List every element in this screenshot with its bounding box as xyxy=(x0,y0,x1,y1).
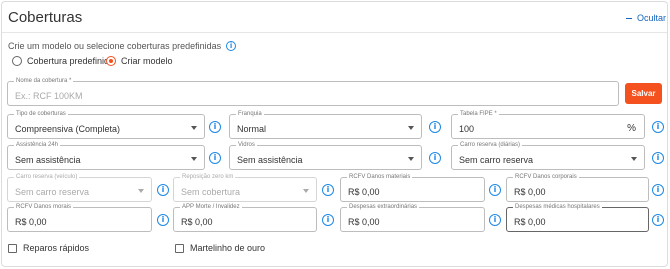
rcfv-material-label: RCFV Danos materiais xyxy=(347,173,413,181)
info-icon[interactable]: i xyxy=(209,152,221,164)
info-icon[interactable]: i xyxy=(157,184,169,196)
coverage-name-label: Nome da cobertura * xyxy=(14,77,74,85)
coverage-type-label: Tipo de coberturas xyxy=(14,110,68,118)
info-icon[interactable]: i xyxy=(322,214,334,226)
fipe-table-value: 100 xyxy=(459,124,475,134)
chevron-down-icon xyxy=(138,189,144,193)
coverage-name-field[interactable]: Nome da cobertura * Ex.: RCF 100KM xyxy=(7,77,619,106)
zero-km-replacement-select: Reposição zero km Sem cobertura xyxy=(173,173,317,202)
chevron-down-icon xyxy=(631,157,637,161)
medical-expenses-value: R$ 0,00 xyxy=(514,217,546,227)
collapse-icon xyxy=(626,17,632,19)
rcfv-bodily-input[interactable]: RCFV Danos corporais R$ 0,00 xyxy=(506,173,649,202)
info-icon[interactable]: i xyxy=(429,152,441,164)
divider xyxy=(2,32,667,33)
rcfv-bodily-label: RCFV Danos corporais xyxy=(513,173,579,181)
info-icon[interactable]: i xyxy=(652,121,664,133)
coverage-name-placeholder: Ex.: RCF 100KM xyxy=(15,91,83,101)
rental-car-vehicle-value: Sem carro reserva xyxy=(15,187,90,197)
glass-label: Vidros xyxy=(236,141,257,149)
rcfv-material-input[interactable]: RCFV Danos materiais R$ 0,00 xyxy=(340,173,485,202)
hide-label: Ocultar xyxy=(637,13,667,23)
zero-km-replacement-label: Reposição zero km xyxy=(180,173,236,181)
rcfv-moral-input[interactable]: RCFV Danos morais R$ 0,00 xyxy=(7,203,152,232)
rcfv-material-value: R$ 0,00 xyxy=(348,187,380,197)
radio-create[interactable]: Criar modelo xyxy=(106,56,173,66)
medical-expenses-label: Despesas médicas hospitalares xyxy=(513,203,602,211)
app-death-label: APP Morte / Invalidez xyxy=(180,203,242,211)
rental-car-days-value: Sem carro reserva xyxy=(459,155,534,165)
rcfv-bodily-value: R$ 0,00 xyxy=(514,187,546,197)
radio-predefined-label: Cobertura predefinida xyxy=(27,56,115,66)
extra-expenses-value: R$ 0,00 xyxy=(348,217,380,227)
assistance-24h-select[interactable]: Assistência 24h Sem assistência xyxy=(7,141,205,170)
radio-create-label: Criar modelo xyxy=(121,56,173,66)
assistance-24h-label: Assistência 24h xyxy=(14,141,61,149)
chevron-down-icon xyxy=(408,157,414,161)
chevron-down-icon xyxy=(303,189,309,193)
extra-expenses-input[interactable]: Despesas extraordinárias R$ 0,00 xyxy=(340,203,485,232)
chevron-down-icon xyxy=(408,126,414,130)
fipe-table-input[interactable]: Tabela FIPE * 100 % xyxy=(451,110,645,139)
radio-create-circle[interactable] xyxy=(106,56,116,66)
hint-text: Crie um modelo ou selecione coberturas p… xyxy=(8,41,222,51)
rcfv-moral-value: R$ 0,00 xyxy=(15,217,47,227)
info-icon[interactable]: i xyxy=(209,121,221,133)
glass-value: Sem assistência xyxy=(237,155,303,165)
hide-button[interactable]: Ocultar xyxy=(626,13,666,23)
info-icon[interactable]: i xyxy=(652,184,664,196)
rental-car-days-select[interactable]: Carro reserva (diárias) Sem carro reserv… xyxy=(451,141,645,170)
save-button[interactable]: Salvar xyxy=(625,83,662,104)
medical-expenses-input[interactable]: Despesas médicas hospitalares R$ 0,00 xyxy=(506,203,649,232)
hint-text-row: Crie um modelo ou selecione coberturas p… xyxy=(8,41,237,51)
chevron-down-icon xyxy=(191,126,197,130)
dent-repair-box[interactable] xyxy=(175,243,184,253)
deductible-select[interactable]: Franquia Normal xyxy=(229,110,422,139)
info-icon[interactable]: i xyxy=(489,214,501,226)
rental-car-days-label: Carro reserva (diárias) xyxy=(458,141,523,149)
extra-expenses-label: Despesas extraordinárias xyxy=(347,203,420,211)
fipe-table-label: Tabela FIPE * xyxy=(458,110,499,118)
dent-repair-label: Martelinho de ouro xyxy=(190,243,266,253)
dent-repair-checkbox[interactable]: Martelinho de ouro xyxy=(175,243,265,253)
radio-predefined[interactable]: Cobertura predefinida xyxy=(12,56,114,66)
rental-car-vehicle-select: Carro reserva (veículo) Sem carro reserv… xyxy=(7,173,152,202)
glass-select[interactable]: Vidros Sem assistência xyxy=(229,141,422,170)
percent-suffix: % xyxy=(627,123,636,134)
coverage-type-value: Compreensiva (Completa) xyxy=(15,124,121,134)
radio-predefined-circle[interactable] xyxy=(12,56,22,66)
info-icon[interactable]: i xyxy=(157,214,169,226)
app-death-value: R$ 0,00 xyxy=(181,217,213,227)
rental-car-vehicle-label: Carro reserva (veículo) xyxy=(14,173,80,181)
info-icon[interactable]: i xyxy=(226,41,237,51)
page-title: Coberturas xyxy=(8,9,83,26)
deductible-value: Normal xyxy=(237,124,267,134)
quick-repairs-box[interactable] xyxy=(8,243,17,253)
rcfv-moral-label: RCFV Danos morais xyxy=(14,203,74,211)
info-icon[interactable]: i xyxy=(322,184,334,196)
info-icon[interactable]: i xyxy=(652,214,664,226)
info-icon[interactable]: i xyxy=(429,121,441,133)
app-death-input[interactable]: APP Morte / Invalidez R$ 0,00 xyxy=(173,203,317,232)
coverage-type-select[interactable]: Tipo de coberturas Compreensiva (Complet… xyxy=(7,110,205,139)
quick-repairs-checkbox[interactable]: Reparos rápidos xyxy=(8,243,89,253)
info-icon[interactable]: i xyxy=(489,184,501,196)
chevron-down-icon xyxy=(191,157,197,161)
info-icon[interactable]: i xyxy=(652,152,664,164)
zero-km-replacement-value: Sem cobertura xyxy=(181,187,241,197)
quick-repairs-label: Reparos rápidos xyxy=(23,243,90,253)
deductible-label: Franquia xyxy=(236,110,264,118)
assistance-24h-value: Sem assistência xyxy=(15,155,81,165)
